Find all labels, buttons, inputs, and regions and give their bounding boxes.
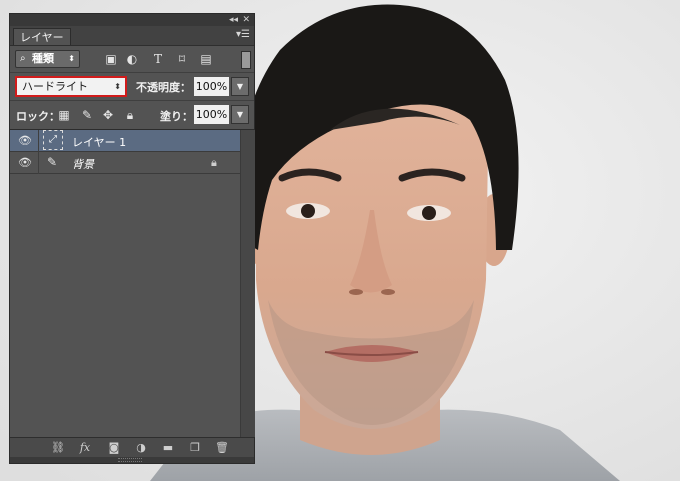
- blend-row: ハードライト ⬍ 不透明度： 100% ▼: [10, 73, 254, 101]
- opacity-dropdown-icon[interactable]: ▼: [231, 77, 249, 96]
- layer-row[interactable]: 👁︎ ✎ 背景 🔒︎: [10, 152, 240, 174]
- close-icon[interactable]: ✕: [242, 14, 250, 26]
- lock-row: ロック： ▦ ✎ ✥ 🔒︎ 塗り： 100% ▼: [10, 101, 254, 130]
- updown-arrows-icon: ⬍: [68, 54, 75, 63]
- trash-icon[interactable]: 🗑︎: [214, 441, 230, 455]
- adjustment-filter-icon[interactable]: ◐: [124, 51, 140, 67]
- lock-icon: 🔒︎: [211, 156, 217, 169]
- blend-mode-select[interactable]: ハードライト ⬍: [15, 76, 127, 97]
- eye-icon[interactable]: 👁︎: [18, 134, 32, 148]
- panel-bottom-bar: ⛓ fx ◙ ◑ ▬ ❐ 🗑︎: [10, 437, 254, 458]
- panel-tab-row: レイヤー ▾☰: [10, 26, 254, 46]
- layer-row[interactable]: 👁︎ ⤢ レイヤー 1: [10, 130, 240, 152]
- filter-toggle[interactable]: [241, 51, 251, 69]
- type-filter-icon[interactable]: T: [150, 51, 166, 67]
- lock-image-brush-icon[interactable]: ✎: [80, 108, 94, 122]
- layer-thumbnail: ⤢: [43, 130, 63, 150]
- panel-titlebar: ◂◂ ✕: [10, 14, 254, 26]
- lock-position-move-icon[interactable]: ✥: [101, 108, 115, 122]
- filter-row: ⌕ 種類 ⬍ ▣ ◐ T ⌑ ▤: [10, 46, 254, 73]
- link-icon[interactable]: ⛓: [50, 441, 66, 455]
- filter-kind-label: 種類: [32, 52, 54, 65]
- layer-name: レイヤー 1: [72, 136, 127, 149]
- lock-label: ロック：: [16, 110, 60, 123]
- resize-grip[interactable]: [10, 457, 254, 463]
- new-layer-icon[interactable]: ❐: [187, 441, 203, 455]
- filter-kind-select[interactable]: ⌕ 種類 ⬍: [15, 50, 80, 68]
- opacity-label: 不透明度：: [136, 81, 191, 94]
- brush-icon: ✎: [47, 155, 58, 169]
- lock-all-icon[interactable]: 🔒︎: [123, 108, 137, 122]
- layers-panel: ◂◂ ✕ レイヤー ▾☰ ⌕ 種類 ⬍ ▣ ◐ T ⌑ ▤ ハードライト ⬍ 不…: [9, 13, 255, 464]
- mask-icon[interactable]: ◙: [106, 441, 122, 455]
- collapse-icon[interactable]: ◂◂: [229, 14, 238, 26]
- layer-list: 👁︎ ⤢ レイヤー 1 👁︎ ✎ 背景 🔒︎: [10, 130, 240, 437]
- adjustment-icon[interactable]: ◑: [133, 441, 149, 455]
- lock-transparency-icon[interactable]: ▦: [57, 108, 71, 122]
- image-filter-icon[interactable]: ▣: [103, 51, 119, 67]
- eye-icon[interactable]: 👁︎: [18, 156, 32, 170]
- panel-menu-icon[interactable]: ▾☰: [236, 29, 250, 40]
- fill-dropdown-icon[interactable]: ▼: [231, 105, 249, 124]
- tab-layers[interactable]: レイヤー: [13, 28, 71, 45]
- updown-arrows-icon: ⬍: [114, 82, 121, 91]
- layer-name: 背景: [72, 158, 94, 171]
- blend-mode-value: ハードライト: [22, 80, 88, 93]
- layer-list-scrollbar[interactable]: [240, 130, 255, 437]
- search-icon: ⌕: [20, 53, 26, 64]
- shape-filter-icon[interactable]: ⌑: [174, 51, 190, 67]
- fill-field[interactable]: 100%: [194, 105, 229, 124]
- fill-label: 塗り：: [160, 110, 193, 123]
- opacity-field[interactable]: 100%: [194, 77, 229, 96]
- smart-object-filter-icon[interactable]: ▤: [198, 51, 214, 67]
- folder-icon[interactable]: ▬: [160, 441, 176, 455]
- fx-icon[interactable]: fx: [77, 441, 93, 455]
